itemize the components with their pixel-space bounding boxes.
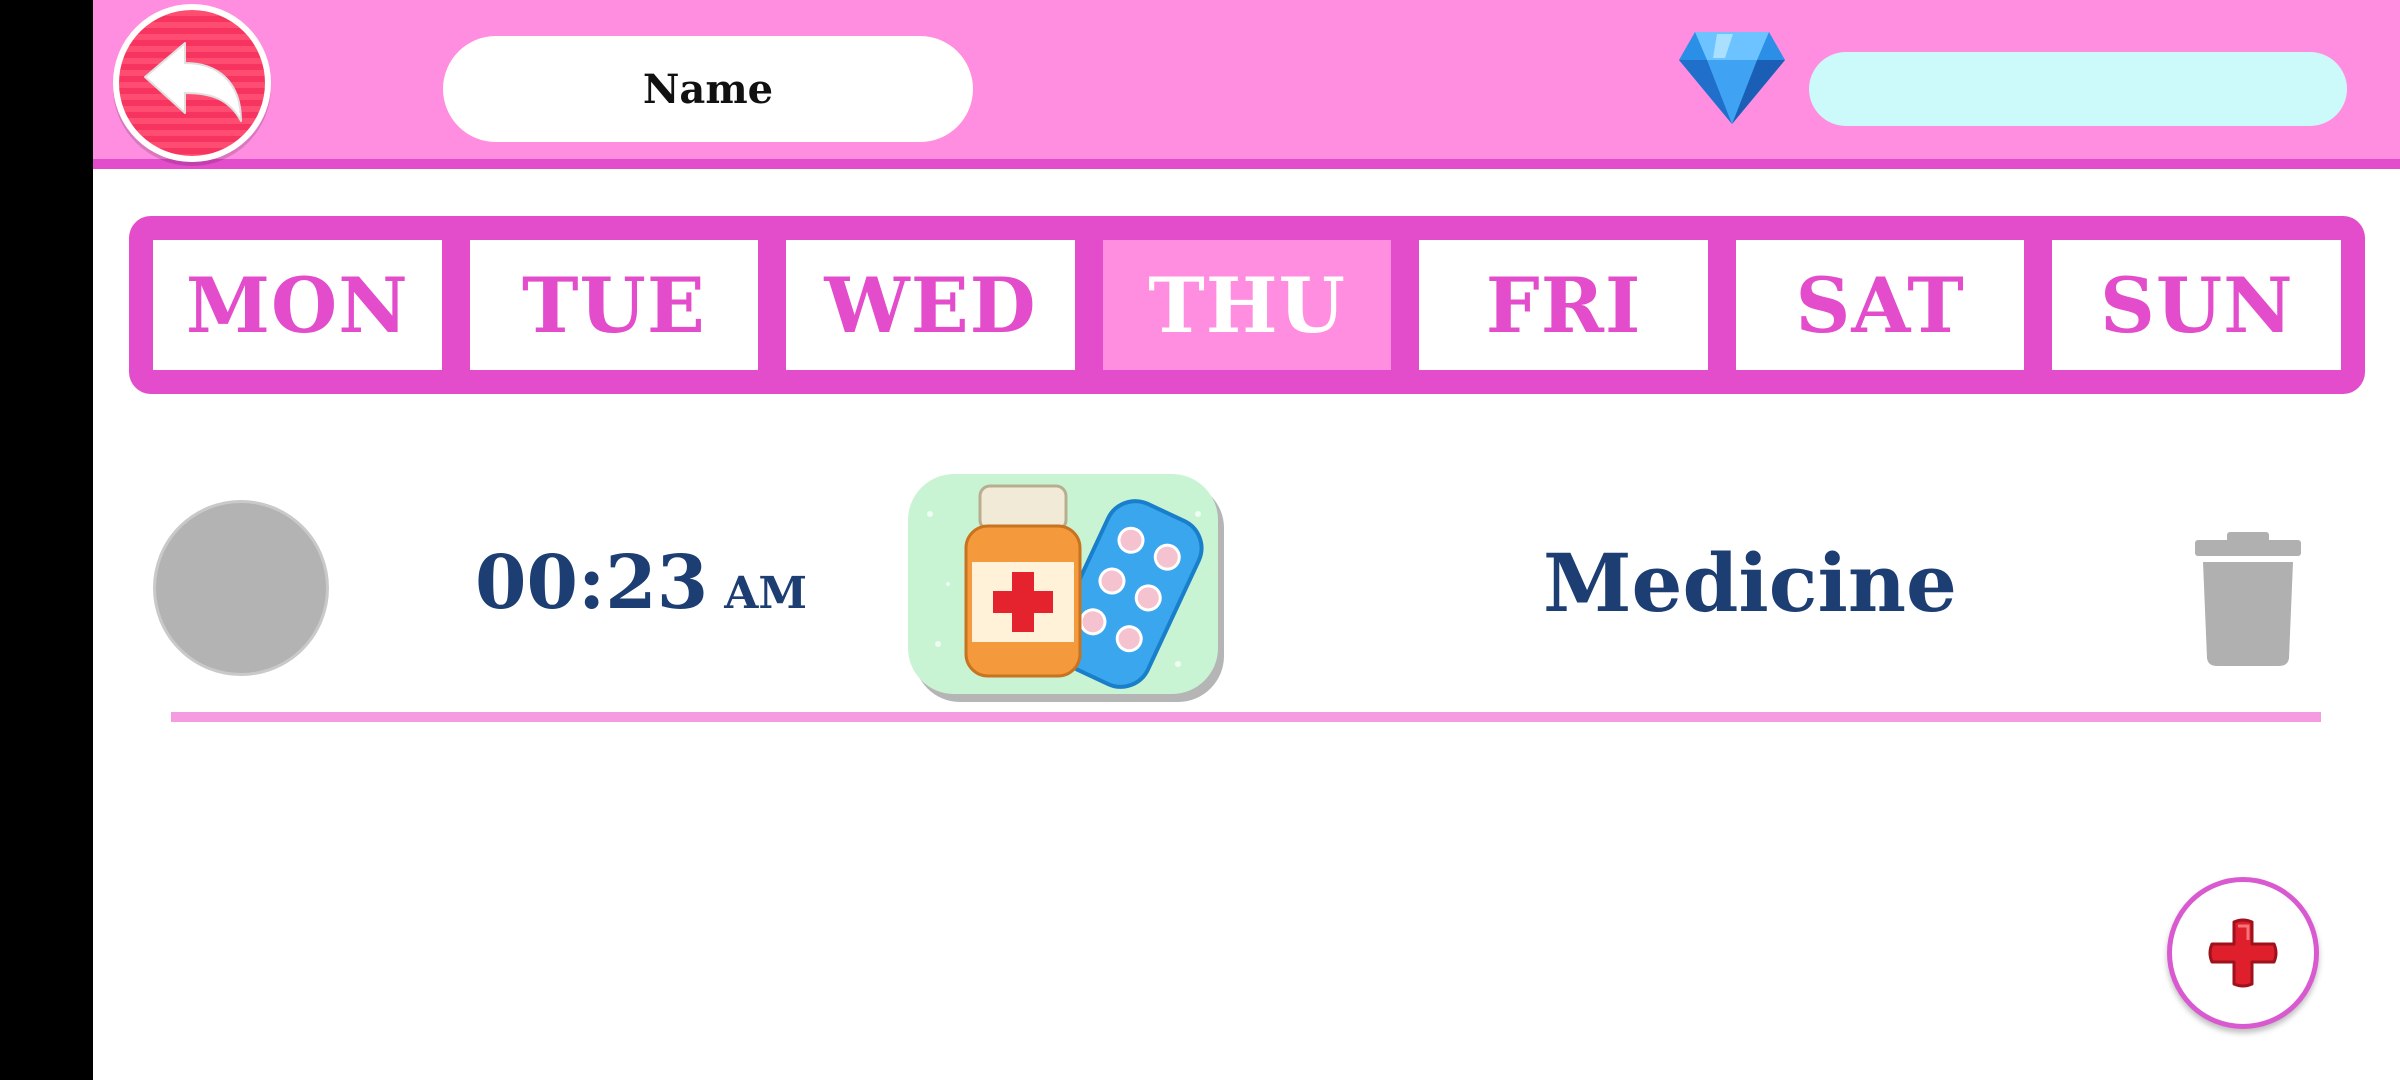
name-label: Name [642,65,774,113]
day-label: SAT [1795,260,1965,350]
day-label: WED [824,260,1037,350]
add-reminder-button[interactable] [2167,877,2319,1029]
gem-counter-bar [1809,52,2347,126]
day-tab-thu[interactable]: THU [1102,240,1392,370]
app-screen: Name MON TUE WED THU FRI SAT SUN 00:23 AM [93,0,2400,1080]
reminder-title: Medicine [1543,536,1957,630]
day-tab-mon[interactable]: MON [153,240,442,370]
reminder-row: 00:23 AM Medicine [93,470,2400,720]
back-button[interactable] [113,4,271,162]
day-tab-sat[interactable]: SAT [1735,240,2025,370]
reminder-time[interactable]: 00:23 AM [475,540,807,626]
reminder-done-toggle[interactable] [153,500,329,676]
day-label: FRI [1485,260,1642,350]
name-field[interactable]: Name [443,36,973,142]
day-label: MON [185,260,409,350]
row-divider [171,712,2321,722]
header-bar: Name [93,0,2400,169]
day-tab-tue[interactable]: TUE [469,240,759,370]
reminder-time-value: 00:23 [475,540,709,626]
weekday-selector: MON TUE WED THU FRI SAT SUN [129,216,2365,394]
medicine-bottle-pills-icon [927,484,1204,689]
day-label: TUE [521,260,706,350]
day-label: THU [1148,260,1346,350]
day-tab-fri[interactable]: FRI [1419,240,1708,370]
diamond-icon [1679,32,1785,124]
trash-icon [2195,532,2301,666]
day-tab-sun[interactable]: SUN [2052,240,2342,370]
day-label: SUN [2099,260,2294,350]
reminder-ampm: AM [724,568,808,619]
day-tab-wed[interactable]: WED [786,240,1075,370]
plus-icon [2208,918,2278,988]
back-arrow-icon [144,42,242,122]
reminder-image-card[interactable] [908,474,1218,694]
delete-reminder-button[interactable] [2193,530,2303,670]
